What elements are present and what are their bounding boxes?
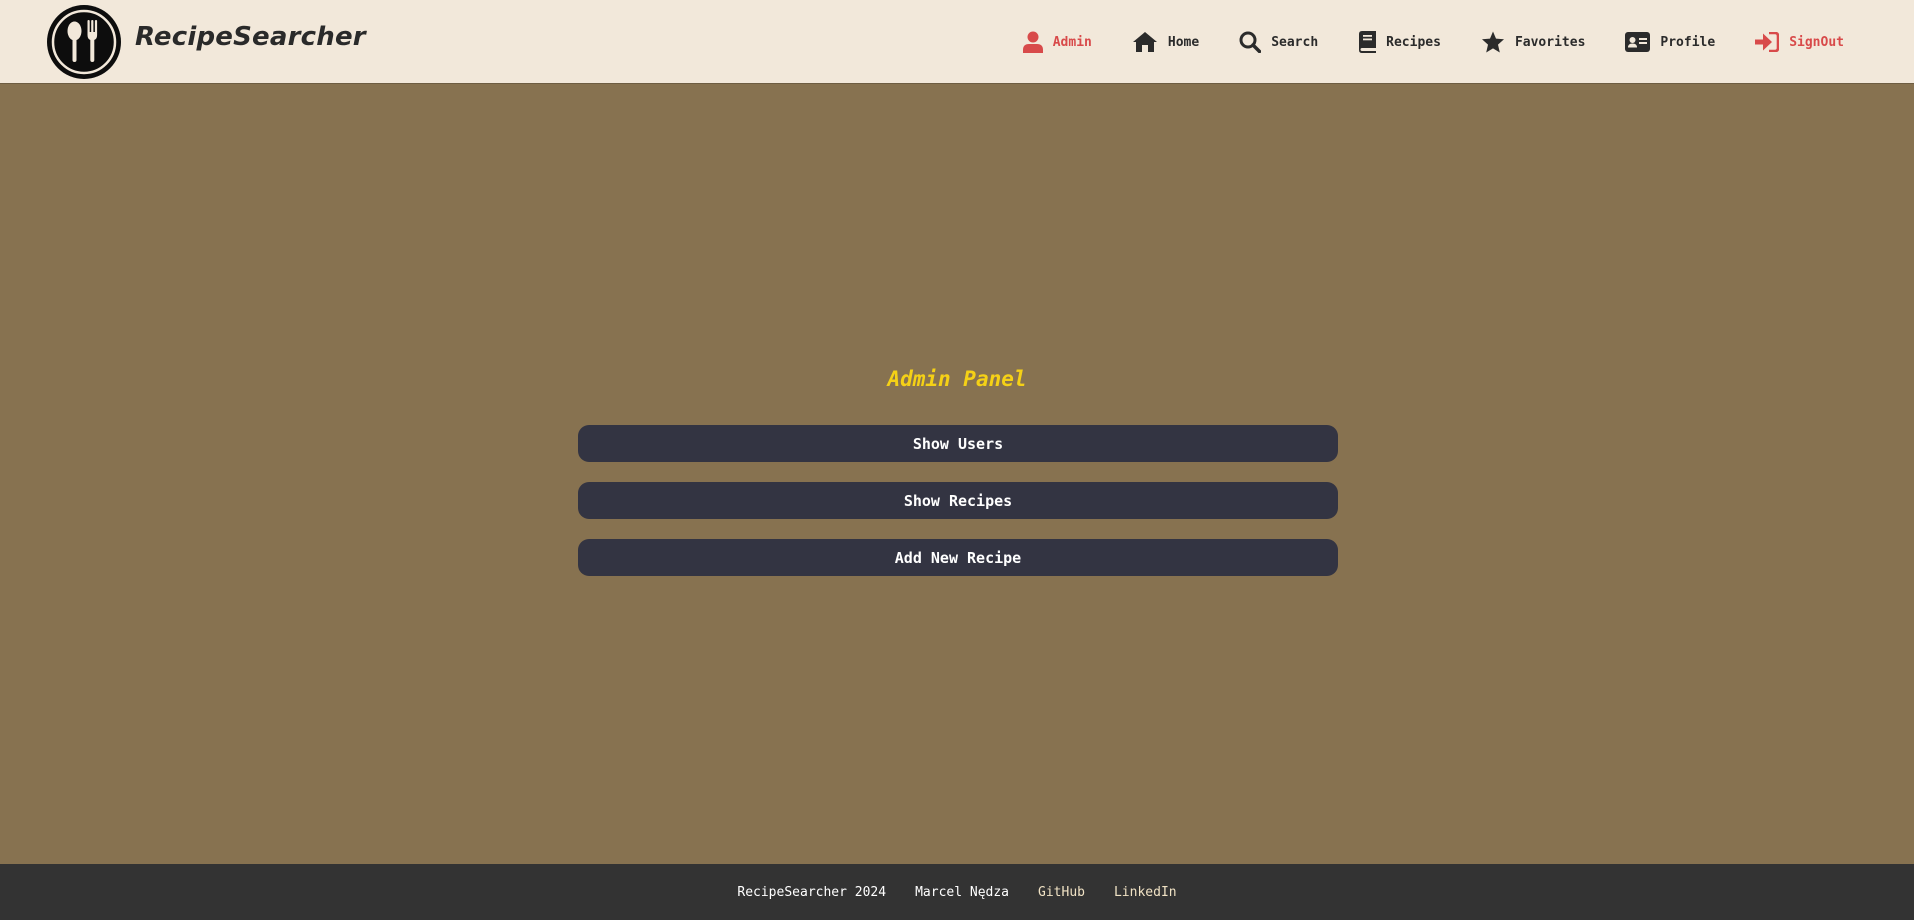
- sign-out-icon: [1755, 32, 1780, 52]
- footer: RecipeSearcher 2024 Marcel Nędza GitHub …: [0, 864, 1914, 920]
- user-icon: [1022, 31, 1043, 53]
- nav-label-favorites: Favorites: [1514, 34, 1586, 50]
- page-title: Admin Panel: [887, 367, 1027, 391]
- nav-label-profile: Profile: [1660, 34, 1716, 50]
- nav-item-profile[interactable]: Profile: [1625, 32, 1715, 52]
- id-card-icon: [1625, 32, 1651, 52]
- footer-linkedin-link[interactable]: LinkedIn: [1114, 885, 1177, 900]
- show-users-button[interactable]: Show Users: [578, 425, 1338, 462]
- home-icon: [1132, 32, 1157, 52]
- main-content: Admin Panel Show Users Show Recipes Add …: [0, 85, 1914, 865]
- show-recipes-button[interactable]: Show Recipes: [578, 482, 1338, 519]
- brand-name[interactable]: RecipeSearcher: [135, 22, 366, 52]
- nav-item-signout[interactable]: SignOut: [1755, 32, 1844, 52]
- book-icon: [1359, 31, 1377, 53]
- nav-item-search[interactable]: Search: [1239, 31, 1318, 53]
- footer-copyright: RecipeSearcher 2024: [737, 884, 887, 900]
- nav-label-recipes: Recipes: [1386, 34, 1441, 50]
- add-new-recipe-button[interactable]: Add New Recipe: [578, 539, 1338, 576]
- nav-label-signout: SignOut: [1789, 34, 1844, 50]
- nav-label-admin: Admin: [1052, 34, 1092, 50]
- top-navbar: RecipeSearcher Admin Home Search Recipes…: [0, 0, 1914, 84]
- nav-item-recipes[interactable]: Recipes: [1358, 31, 1441, 53]
- footer-author: Marcel Nędza: [915, 884, 1010, 900]
- main-nav: Admin Home Search Recipes Favorites Prof…: [1022, 0, 1844, 84]
- footer-github-link[interactable]: GitHub: [1038, 885, 1085, 900]
- nav-label-home: Home: [1167, 34, 1200, 50]
- nav-item-home[interactable]: Home: [1132, 31, 1199, 53]
- nav-item-admin[interactable]: Admin: [1022, 31, 1092, 53]
- spoon-fork-icon: [51, 9, 117, 75]
- nav-label-search: Search: [1271, 34, 1319, 50]
- star-icon: [1481, 31, 1504, 53]
- search-icon: [1239, 31, 1262, 53]
- nav-item-favorites[interactable]: Favorites: [1481, 31, 1585, 53]
- logo[interactable]: [47, 5, 121, 79]
